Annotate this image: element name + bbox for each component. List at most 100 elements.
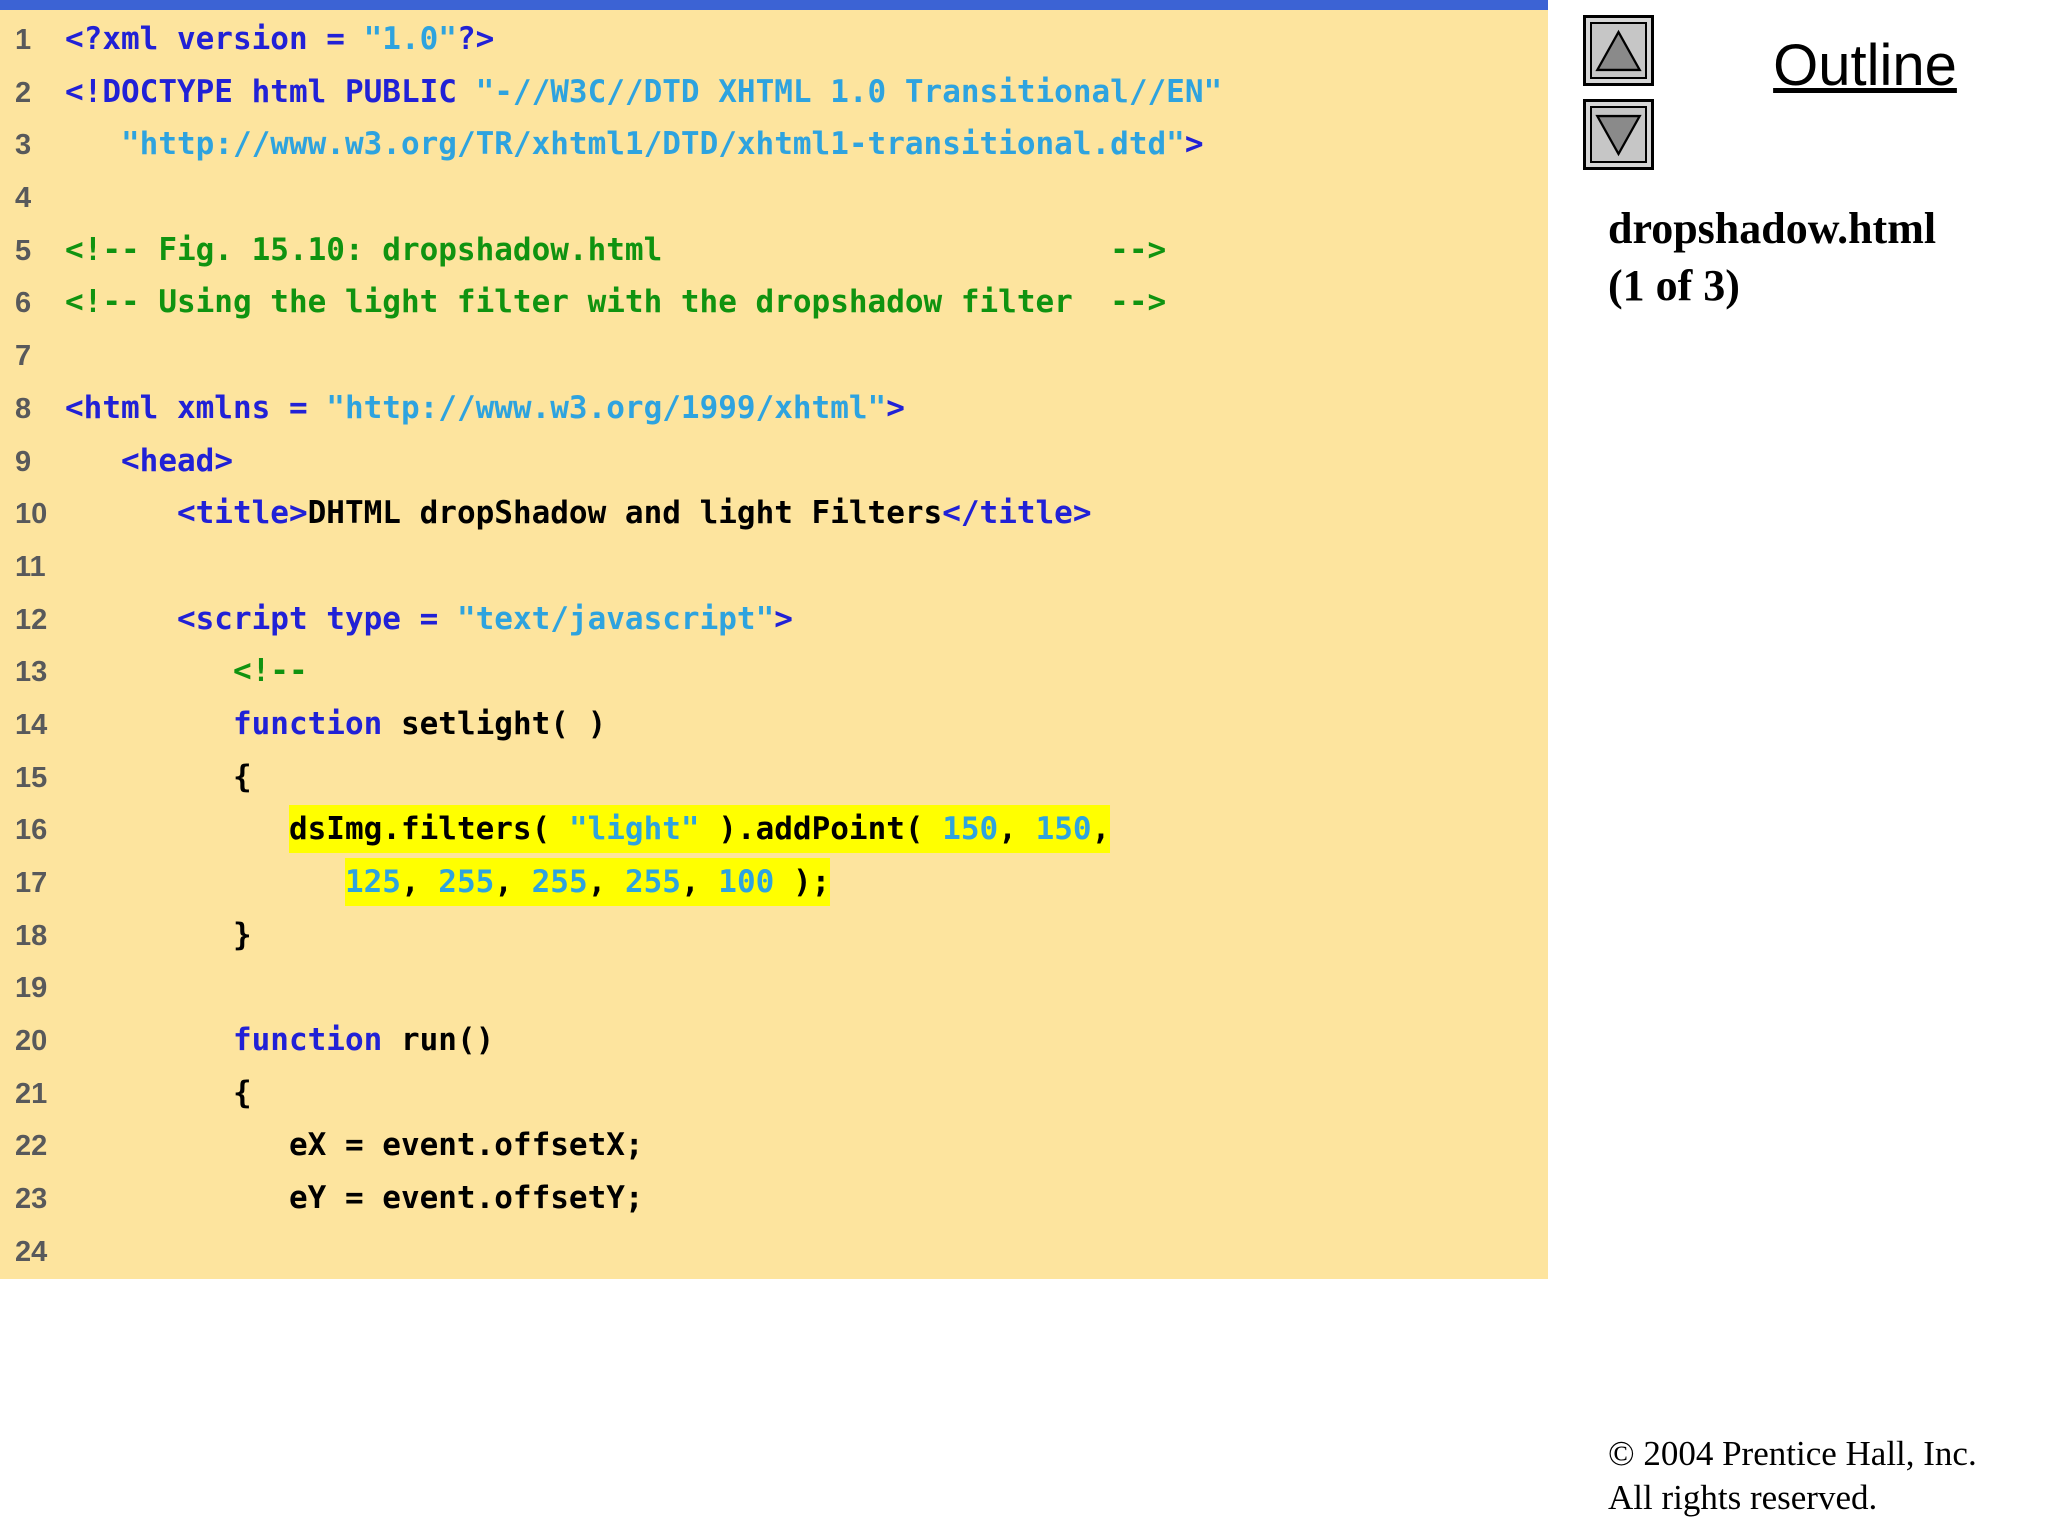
code-segment: <?xml version = <box>65 21 364 57</box>
code-line: 9 <head> <box>0 435 1548 488</box>
code-segment: <head> <box>121 442 233 479</box>
outline-heading: Outline <box>1773 33 1957 98</box>
code-line: 12 <script type = "text/javascript"> <box>0 593 1548 646</box>
scroll-up-button[interactable] <box>1583 15 1654 86</box>
line-number: 10 <box>15 498 48 531</box>
code-segment: > <box>774 600 793 637</box>
code-line: 23 eY = event.offsetY; <box>0 1172 1548 1225</box>
highlighted-code-segment: 125 <box>344 858 401 906</box>
line-number: 22 <box>15 1130 48 1163</box>
highlighted-code-segment: 100 <box>718 858 775 906</box>
highlighted-code-segment: ); <box>774 858 831 906</box>
code-segment: <!DOCTYPE html PUBLIC <box>65 73 476 110</box>
code-line: 22 eX = event.offsetX; <box>0 1119 1548 1172</box>
copyright-line2: All rights reserved. <box>1608 1478 1878 1517</box>
code-line: 21 { <box>0 1067 1548 1120</box>
code-segment: { <box>65 1074 252 1111</box>
code-segment: "-//W3C//DTD XHTML 1.0 Transitional//EN" <box>475 73 1223 110</box>
highlighted-code-segment: dsImg.filters( <box>288 805 569 854</box>
code-line: 11 <box>0 540 1548 593</box>
line-number: 12 <box>15 603 48 636</box>
line-number: 18 <box>15 919 48 952</box>
highlighted-code-segment: 150 <box>1035 805 1092 854</box>
scroll-down-button-face <box>1590 106 1647 163</box>
line-number: 1 <box>15 24 32 56</box>
highlighted-code-segment: , <box>998 805 1036 854</box>
code-segment: "http://www.w3.org/TR/xhtml1/DTD/xhtml1-… <box>121 126 1185 163</box>
file-title-line1: dropshadow.html <box>1608 204 1937 253</box>
line-number: 3 <box>15 129 32 162</box>
line-number: 17 <box>15 867 48 899</box>
code-listing: 1 <?xml version = "1.0"?> 2 <!DOCTYPE html … <box>0 13 1548 1278</box>
highlighted-code-segment: 150 <box>942 805 999 854</box>
highlighted-code-segment: ).addPoint( <box>699 805 943 854</box>
code-line: 18 } <box>0 909 1548 962</box>
code-segment: function <box>232 1022 383 1059</box>
code-line: 17 125, 255, 255, 255, 100 ); <box>0 856 1548 909</box>
highlighted-code-segment: 255 <box>531 858 588 906</box>
line-number: 5 <box>15 234 32 267</box>
highlighted-code-segment: , <box>1091 805 1111 854</box>
highlighted-code-segment: 255 <box>438 858 495 906</box>
code-segment: DHTML dropShadow and light Filters <box>307 495 943 532</box>
scroll-up-button-face <box>1590 22 1647 79</box>
code-line: 6 <!-- Using the light filter with the dr… <box>0 276 1548 329</box>
code-line: 13 <!-- <box>0 645 1548 698</box>
code-line: 5 <!-- Fig. 15.10: dropshadow.html --> <box>0 224 1548 277</box>
line-number: 20 <box>15 1025 48 1058</box>
code-segment: <!-- <box>232 653 308 690</box>
code-line: 14 function setlight( ) <box>0 698 1548 751</box>
line-number: 15 <box>15 761 48 794</box>
line-number: 19 <box>15 972 48 1005</box>
line-number: 9 <box>15 445 32 478</box>
highlighted-code-segment: "light" <box>568 805 700 854</box>
code-line: 15 { <box>0 751 1548 804</box>
scroll-down-button[interactable] <box>1583 99 1654 170</box>
line-number: 16 <box>15 814 48 847</box>
code-panel: 1 <?xml version = "1.0"?> 2 <!DOCTYPE html … <box>0 10 1548 1279</box>
code-line: 24 <box>0 1225 1548 1278</box>
highlighted-code-segment: , <box>587 858 625 906</box>
top-accent-bar <box>0 0 1548 10</box>
line-number: 24 <box>15 1235 48 1268</box>
up-arrow-icon <box>1595 29 1642 71</box>
code-line: 3 "http://www.w3.org/TR/xhtml1/DTD/xhtml… <box>0 118 1548 171</box>
code-line: 2 <!DOCTYPE html PUBLIC "-//W3C//DTD XHTM… <box>0 66 1548 119</box>
line-number: 4 <box>15 182 32 215</box>
code-segment: function <box>232 705 383 742</box>
line-number: 21 <box>15 1077 48 1110</box>
file-title-line2: (1 of 3) <box>1608 261 1740 310</box>
code-line: 16 dsImg.filters( "light" ).addPoint( 15… <box>0 803 1548 856</box>
highlighted-code-segment: 255 <box>624 858 681 906</box>
code-line: 7 <box>0 329 1548 382</box>
code-line: 20 function run() <box>0 1014 1548 1067</box>
code-segment: > <box>1184 126 1204 163</box>
code-segment: </title> <box>942 495 1092 532</box>
copyright-line1: © 2004 Prentice Hall, Inc. <box>1608 1434 1977 1473</box>
code-segment: "1.0" <box>363 21 457 57</box>
code-segment: ?> <box>456 21 495 57</box>
down-arrow-icon <box>1595 114 1642 156</box>
line-number: 23 <box>15 1183 48 1216</box>
code-segment: setlight( ) <box>382 705 607 742</box>
code-segment: <title> <box>176 495 308 532</box>
code-segment: <!-- Using the light filter with the dro… <box>65 284 1167 321</box>
line-number: 2 <box>15 76 32 109</box>
line-number: 11 <box>15 550 46 583</box>
code-segment: <!-- Fig. 15.10: dropshadow.html --> <box>65 231 1167 268</box>
highlighted-code-segment: , <box>494 858 532 906</box>
slide: 1 <?xml version = "1.0"?> 2 <!DOCTYPE html … <box>0 0 2048 1536</box>
code-line: 4 <box>0 171 1548 224</box>
line-number: 8 <box>15 392 32 425</box>
code-segment: { <box>65 758 252 795</box>
line-number: 14 <box>15 708 48 741</box>
